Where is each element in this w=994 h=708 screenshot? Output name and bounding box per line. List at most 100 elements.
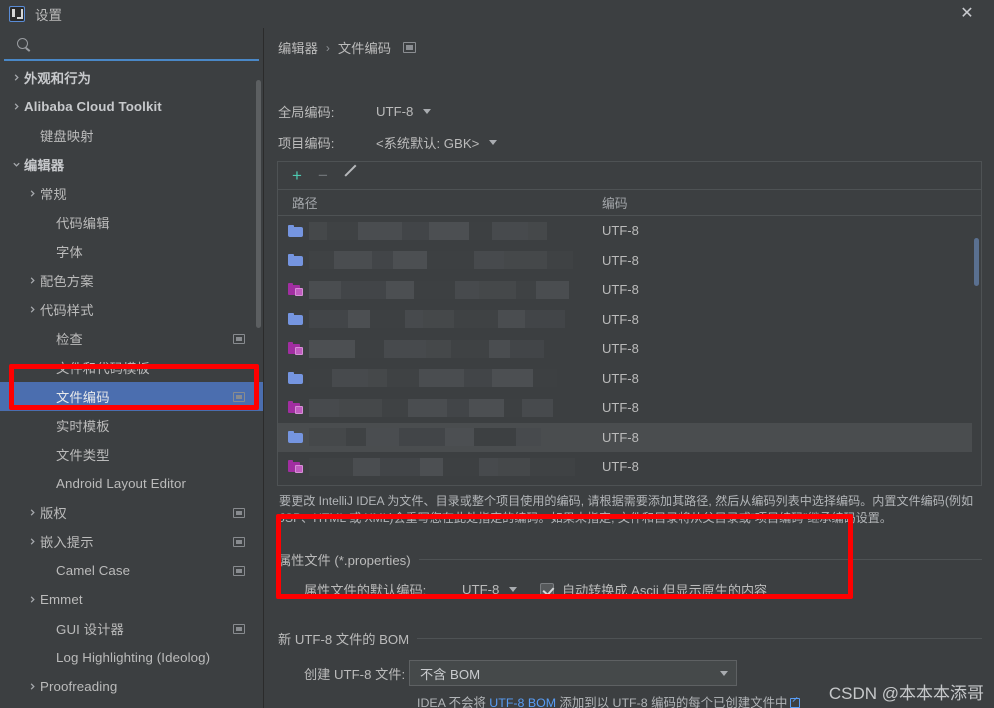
sidebar-item-15[interactable]: 版权 <box>0 498 263 527</box>
table-row[interactable]: UTF-8 <box>278 364 981 394</box>
cell-path <box>278 221 598 240</box>
properties-group-title: 属性文件 (*.properties) <box>278 553 411 568</box>
pencil-icon[interactable] <box>344 169 358 183</box>
encodings-table-toolbar: + − <box>278 162 981 190</box>
table-row[interactable]: UTF-8 <box>278 305 981 335</box>
external-link-icon[interactable] <box>790 698 801 708</box>
table-row[interactable]: UTF-8 <box>278 422 981 452</box>
sidebar-scrollbar[interactable] <box>256 80 261 328</box>
chevron-right-icon[interactable] <box>24 682 40 691</box>
sidebar-item-13[interactable]: 文件类型 <box>0 440 263 469</box>
chevron-right-icon[interactable] <box>24 189 40 198</box>
settings-tree[interactable]: 外观和行为 Alibaba Cloud Toolkit 键盘映射编辑器常规代码编辑字… <box>0 63 263 708</box>
cell-encoding: UTF-8 <box>602 459 639 475</box>
search-input[interactable] <box>36 33 253 55</box>
settings-indicator-icon <box>233 565 245 576</box>
bom-create-combo[interactable]: 不含 BOM <box>409 660 737 686</box>
redacted-path <box>309 251 573 270</box>
cell-encoding: UTF-8 <box>602 311 639 327</box>
properties-default-encoding-row: 属性文件的默认编码: UTF-8 自动转换成 Ascii 但显示原生的内容 <box>304 580 767 599</box>
sidebar-item-8[interactable]: 代码样式 <box>0 295 263 324</box>
plus-icon[interactable]: + <box>292 167 302 184</box>
breadcrumb: 编辑器 › 文件编码 <box>278 38 417 57</box>
sidebar-item-5[interactable]: 代码编辑 <box>0 208 263 237</box>
cell-encoding: UTF-8 <box>602 429 639 445</box>
sidebar-item-20[interactable]: Log Highlighting (Ideolog) <box>0 643 263 672</box>
bom-hint-link[interactable]: UTF-8 BOM <box>489 696 556 708</box>
chevron-right-icon[interactable] <box>24 305 40 314</box>
table-row[interactable]: UTF-8 <box>278 452 981 482</box>
close-icon[interactable]: ✕ <box>956 4 978 24</box>
project-encoding-combo[interactable]: <系统默认: GBK> <box>376 133 498 152</box>
properties-default-encoding-value: UTF-8 <box>462 582 500 597</box>
sidebar-item-17[interactable]: Camel Case <box>0 556 263 585</box>
breadcrumb-parent[interactable]: 编辑器 <box>278 38 318 57</box>
sidebar-item-1[interactable]: Alibaba Cloud Toolkit <box>0 92 263 121</box>
window-title: 设置 <box>35 8 62 23</box>
table-row[interactable]: UTF-8 <box>278 246 981 276</box>
sidebar-item-11[interactable]: 文件编码 <box>0 382 263 411</box>
reset-settings-icon[interactable] <box>403 42 417 53</box>
sidebar-item-label: 实时模板 <box>56 419 110 434</box>
table-row[interactable]: UTF-8 <box>278 334 981 364</box>
sidebar-item-6[interactable]: 字体 <box>0 237 263 266</box>
redacted-path <box>309 398 553 417</box>
sidebar-item-9[interactable]: 检查 <box>0 324 263 353</box>
redacted-path <box>309 280 569 299</box>
sidebar-item-21[interactable]: Proofreading <box>0 672 263 701</box>
cell-encoding: UTF-8 <box>602 282 639 298</box>
sidebar-item-4[interactable]: 常规 <box>0 179 263 208</box>
sidebar-item-label: 检查 <box>56 332 83 347</box>
chevron-right-icon[interactable] <box>24 508 40 517</box>
chevron-right-icon[interactable] <box>24 537 40 546</box>
sidebar-item-18[interactable]: Emmet <box>0 585 263 614</box>
bom-hint: IDEA 不会将 UTF-8 BOM 添加到以 UTF-8 编码的每个已创建文件… <box>417 693 801 708</box>
sidebar-item-0[interactable]: 外观和行为 <box>0 63 263 92</box>
bom-group-title: 新 UTF-8 文件的 BOM <box>278 632 410 647</box>
properties-default-encoding-combo[interactable]: UTF-8 <box>462 582 540 597</box>
sidebar-item-12[interactable]: 实时模板 <box>0 411 263 440</box>
breadcrumb-current: 文件编码 <box>337 41 392 56</box>
sidebar-item-2[interactable]: 键盘映射 <box>0 121 263 150</box>
search-field[interactable] <box>4 28 259 61</box>
table-row[interactable]: UTF-8 <box>278 216 981 246</box>
table-scrollbar-thumb[interactable] <box>974 238 979 286</box>
table-row[interactable]: UTF-8 <box>278 275 981 305</box>
breadcrumb-separator: › <box>325 40 330 55</box>
chevron-right-icon[interactable] <box>8 102 24 111</box>
transparent-ascii-checkbox[interactable] <box>540 582 554 597</box>
sidebar-item-label: 常规 <box>40 187 67 202</box>
chevron-down-icon[interactable] <box>8 160 24 169</box>
table-row[interactable]: UTF-8 <box>278 393 981 423</box>
redacted-path <box>309 221 547 240</box>
folder-icon <box>288 372 303 385</box>
column-header-path[interactable]: 路径 <box>278 193 598 212</box>
watermark: CSDN @本本本添哥 <box>828 684 984 703</box>
global-encoding-combo[interactable]: UTF-8 <box>376 104 432 119</box>
divider <box>417 638 982 639</box>
minus-icon[interactable]: − <box>318 167 328 184</box>
sidebar-item-label: 版权 <box>40 506 67 521</box>
settings-indicator-icon <box>233 623 245 634</box>
cell-path <box>278 310 598 329</box>
column-header-encoding[interactable]: 编码 <box>598 193 628 212</box>
module-icon <box>288 460 303 474</box>
sidebar-item-label: 键盘映射 <box>40 129 94 144</box>
table-scrollbar[interactable] <box>972 216 981 484</box>
sidebar-item-label: Proofreading <box>40 679 118 694</box>
sidebar-item-19[interactable]: GUI 设计器 <box>0 614 263 643</box>
chevron-right-icon[interactable] <box>24 595 40 604</box>
chevron-right-icon[interactable] <box>24 276 40 285</box>
sidebar-item-10[interactable]: 文件和代码模板 <box>0 353 263 382</box>
cell-encoding: UTF-8 <box>602 370 639 386</box>
bom-create-value: 不含 BOM <box>420 666 481 682</box>
sidebar-item-22[interactable]: TextMate 捆绑包 <box>0 701 263 708</box>
sidebar-item-7[interactable]: 配色方案 <box>0 266 263 295</box>
chevron-right-icon[interactable] <box>8 73 24 82</box>
sidebar-item-14[interactable]: Android Layout Editor <box>0 469 263 498</box>
global-encoding-label: 全局编码: <box>278 105 335 120</box>
sidebar-item-16[interactable]: 嵌入提示 <box>0 527 263 556</box>
sidebar-item-3[interactable]: 编辑器 <box>0 150 263 179</box>
chevron-down-icon <box>720 670 728 676</box>
cell-path <box>278 428 598 447</box>
